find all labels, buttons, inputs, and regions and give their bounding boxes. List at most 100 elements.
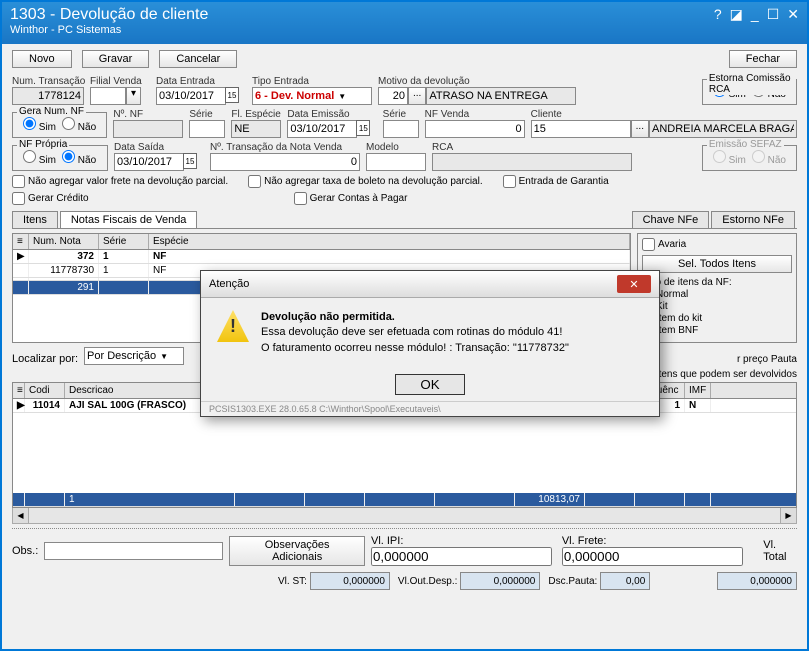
novo-button[interactable]: Novo: [12, 50, 72, 68]
gravar-button[interactable]: Gravar: [82, 50, 150, 68]
maximize-icon[interactable]: ☐: [767, 6, 780, 23]
fl-especie-label: Fl. Espécie: [231, 109, 281, 120]
sefaz-nao-radio: Não: [752, 150, 786, 166]
localizar-label: Localizar por:: [12, 353, 78, 365]
serie-label: Série: [189, 109, 225, 120]
dsc-pauta: [600, 572, 650, 590]
col-especie[interactable]: Espécie: [149, 234, 630, 249]
calendar-icon[interactable]: 15: [225, 87, 239, 103]
chk-entrada-garantia[interactable]: Entrada de Garantia: [503, 175, 609, 188]
nf-venda-label: NF Venda: [425, 109, 525, 120]
tab-estorno[interactable]: Estorno NFe: [711, 211, 795, 228]
chk-avaria[interactable]: Avaria: [642, 238, 792, 251]
dialog-title: Atenção: [209, 278, 249, 290]
data-emissao-label: Data Emissão: [287, 109, 376, 120]
col-imp[interactable]: IMF: [685, 383, 711, 398]
col-num-nota[interactable]: Num. Nota: [29, 234, 99, 249]
tipo-entrada-combo[interactable]: 6 - Dev. Normal▼: [252, 87, 372, 105]
vl-out-label: Vl.Out.Desp.:: [398, 576, 457, 587]
serie2-input[interactable]: [383, 120, 419, 138]
obs-input[interactable]: [44, 542, 223, 560]
legend-normal: Normal: [656, 289, 688, 300]
window-title: 1303 - Devolução de cliente: [10, 6, 208, 24]
localizar-combo[interactable]: Por Descrição▼: [84, 347, 184, 365]
dialog-line2: Essa devolução deve ser efetuada com rot…: [261, 325, 569, 340]
close-icon[interactable]: ✕: [787, 6, 799, 23]
alert-dialog: Atenção ✕ ! Devolução não permitida. Ess…: [200, 270, 660, 417]
cliente-label: Cliente: [531, 109, 797, 120]
vl-frete-label: Vl. Frete:: [562, 535, 607, 547]
dialog-close-button[interactable]: ✕: [617, 275, 651, 293]
serie2-label: Série: [383, 109, 419, 120]
preco-pauta-text: r preço Pauta: [737, 354, 797, 365]
tab-itens[interactable]: Itens: [12, 211, 58, 228]
nfpropria-nao-radio[interactable]: Não: [62, 150, 96, 166]
emissao-sefaz-label: Emissão SEFAZ: [707, 139, 784, 150]
vl-frete: [562, 547, 743, 566]
chk-gerar-credito[interactable]: Gerar Crédito: [12, 192, 89, 205]
vl-ipi-label: Vl. IPI:: [371, 535, 403, 547]
data-entrada-input[interactable]: [156, 87, 226, 105]
data-saida-input[interactable]: [114, 153, 184, 171]
warning-icon: !: [217, 310, 249, 342]
table-row[interactable]: ▶3721NF: [13, 250, 630, 264]
vl-ipi: [371, 547, 552, 566]
motivo-lookup-button[interactable]: ...: [408, 87, 426, 105]
tab-chave[interactable]: Chave NFe: [632, 211, 710, 228]
col-codi[interactable]: Codi: [25, 383, 65, 398]
dialog-line3: O faturamento ocorreu nesse módulo! : Tr…: [261, 341, 569, 356]
tab-notas[interactable]: Notas Fiscais de Venda: [60, 211, 198, 228]
dialog-status: PCSIS1303.EXE 28.0.65.8 C:\Winthor\Spool…: [201, 401, 659, 416]
motivo-label: Motivo da devolução: [378, 76, 578, 87]
filial-venda-label: Filial Venda: [90, 76, 150, 87]
no-nf-input: [113, 120, 183, 138]
gera-num-nf-label: Gera Num. NF: [17, 106, 86, 117]
cliente-nome: [649, 120, 797, 138]
help-icon[interactable]: ?: [714, 6, 722, 22]
filial-venda-arrow-icon[interactable]: ▾: [126, 87, 141, 105]
vl-out: [460, 572, 540, 590]
minimize-icon[interactable]: _: [751, 6, 759, 22]
vl-st-label: Vl. ST:: [278, 576, 307, 587]
rca-input: [432, 153, 632, 171]
gera-nao-radio[interactable]: Não: [62, 117, 96, 133]
edit-icon[interactable]: ◪: [730, 6, 743, 23]
cliente-codigo-input[interactable]: [531, 120, 631, 138]
nfpropria-sim-radio[interactable]: Sim: [23, 150, 56, 166]
modelo-input[interactable]: [366, 153, 426, 171]
data-saida-label: Data Saída: [114, 142, 204, 153]
no-trans-nota-input[interactable]: [210, 153, 360, 171]
hscroll[interactable]: ◀▶: [12, 508, 797, 524]
obs-adicionais-button[interactable]: Observações Adicionais: [229, 536, 365, 566]
chk-gerar-contas[interactable]: Gerar Contas à Pagar: [294, 192, 408, 205]
sefaz-sim-radio: Sim: [713, 150, 746, 166]
data-emissao-input[interactable]: [287, 120, 357, 138]
estorna-label: Estorna Comissão RCA: [707, 73, 796, 95]
dialog-ok-button[interactable]: OK: [395, 374, 464, 395]
filial-venda-input[interactable]: [90, 87, 126, 105]
vl-total-label: Vl. Total: [763, 539, 786, 563]
obs-label: Obs.:: [12, 545, 38, 557]
legend-item-kit: Item do kit: [656, 313, 702, 324]
nf-venda-input[interactable]: [425, 120, 525, 138]
cliente-lookup-button[interactable]: ...: [631, 120, 649, 138]
chk-agregar-frete[interactable]: Não agregar valor frete na devolução par…: [12, 175, 228, 188]
rca-label: RCA: [432, 142, 632, 153]
motivo-desc: [426, 87, 576, 105]
gera-sim-radio[interactable]: Sim: [23, 117, 56, 133]
dsc-pauta-label: Dsc.Pauta:: [548, 576, 597, 587]
sel-todos-button[interactable]: Sel. Todos Itens: [642, 255, 792, 273]
no-nf-label: Nº. NF: [113, 109, 183, 120]
modelo-label: Modelo: [366, 142, 426, 153]
cancelar-button[interactable]: Cancelar: [159, 50, 237, 68]
serie-input[interactable]: [189, 120, 225, 138]
calendar-icon[interactable]: 15: [183, 153, 197, 169]
titlebar: 1303 - Devolução de cliente Winthor - PC…: [2, 2, 807, 44]
chk-agregar-taxa[interactable]: Não agregar taxa de boleto na devolução …: [248, 175, 482, 188]
fechar-button[interactable]: Fechar: [729, 50, 797, 68]
motivo-codigo-input[interactable]: [378, 87, 408, 105]
num-transacao-label: Num. Transação: [12, 76, 84, 87]
no-trans-nota-label: Nº. Transação da Nota Venda: [210, 142, 360, 153]
col-serie[interactable]: Série: [99, 234, 149, 249]
calendar-icon[interactable]: 15: [356, 120, 370, 136]
